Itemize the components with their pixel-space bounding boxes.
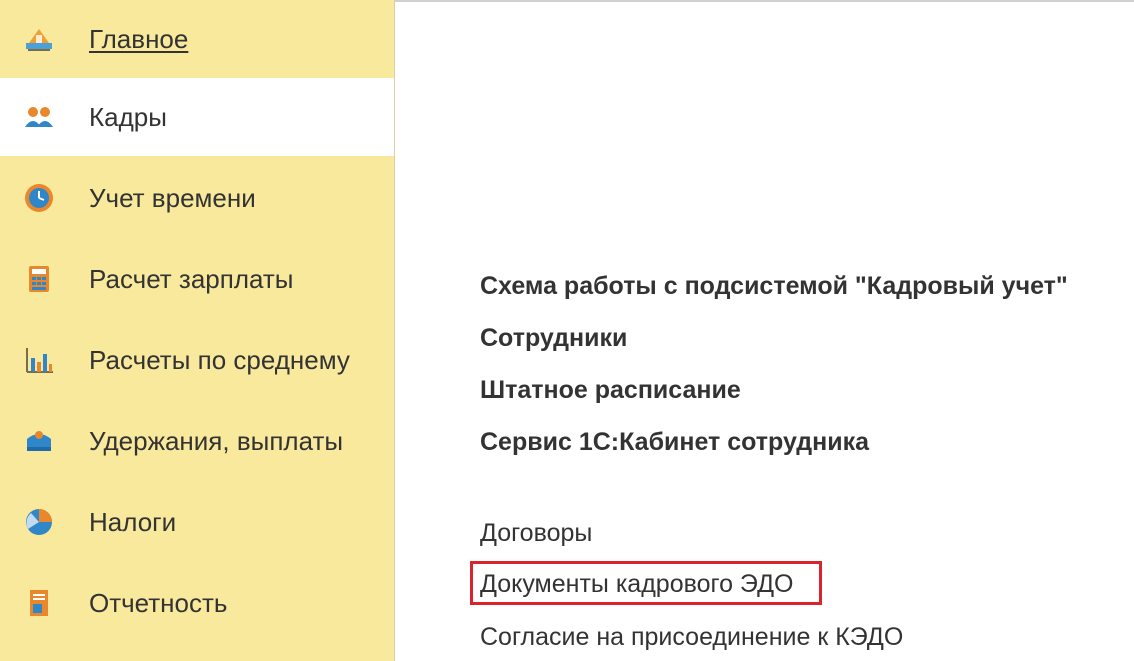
link-hr-edo-documents[interactable]: Документы кадрового ЭДО bbox=[480, 570, 793, 599]
sidebar-item-deductions[interactable]: Удержания, выплаты bbox=[0, 402, 394, 480]
sidebar: Главное Кадры Учет времени Расчет зарпла… bbox=[0, 0, 395, 661]
main-content: Схема работы с подсистемой "Кадровый уче… bbox=[395, 0, 1134, 661]
sidebar-item-label: Главное bbox=[89, 23, 189, 54]
bar-chart-icon bbox=[22, 343, 56, 377]
sidebar-item-label: Налоги bbox=[89, 506, 177, 537]
sidebar-item-main[interactable]: Главное bbox=[0, 0, 394, 78]
sidebar-item-taxes[interactable]: Налоги bbox=[0, 483, 394, 561]
link-staff-schedule[interactable]: Штатное расписание bbox=[480, 376, 741, 405]
sidebar-item-hr[interactable]: Кадры bbox=[0, 78, 394, 156]
calculator-icon bbox=[22, 262, 56, 296]
link-employee-cabinet[interactable]: Сервис 1С:Кабинет сотрудника bbox=[480, 428, 869, 457]
pie-chart-icon bbox=[22, 505, 56, 539]
sidebar-item-label: Кадры bbox=[89, 101, 167, 132]
link-kedo-consent[interactable]: Согласие на присоединение к КЭДО bbox=[480, 623, 903, 652]
sidebar-item-reports[interactable]: Отчетность bbox=[0, 564, 394, 642]
link-contracts[interactable]: Договоры bbox=[480, 519, 592, 548]
app-window: Главное Кадры Учет времени Расчет зарпла… bbox=[0, 0, 1134, 661]
sidebar-item-averages[interactable]: Расчеты по среднему bbox=[0, 321, 394, 399]
home-icon bbox=[22, 22, 56, 56]
wallet-icon bbox=[22, 424, 56, 458]
sidebar-item-payroll[interactable]: Расчет зарплаты bbox=[0, 240, 394, 318]
sidebar-item-label: Удержания, выплаты bbox=[89, 425, 344, 456]
top-divider bbox=[395, 0, 1134, 2]
report-icon bbox=[22, 586, 56, 620]
sidebar-item-label: Расчеты по среднему bbox=[89, 344, 350, 375]
sidebar-item-label: Отчетность bbox=[89, 587, 228, 618]
sidebar-item-label: Расчет зарплаты bbox=[89, 263, 294, 294]
sidebar-item-time[interactable]: Учет времени bbox=[0, 159, 394, 237]
sidebar-item-label: Учет времени bbox=[89, 182, 256, 213]
link-hr-scheme[interactable]: Схема работы с подсистемой "Кадровый уче… bbox=[480, 272, 1068, 301]
link-employees[interactable]: Сотрудники bbox=[480, 324, 627, 353]
people-icon bbox=[22, 100, 56, 134]
clock-icon bbox=[22, 181, 56, 215]
